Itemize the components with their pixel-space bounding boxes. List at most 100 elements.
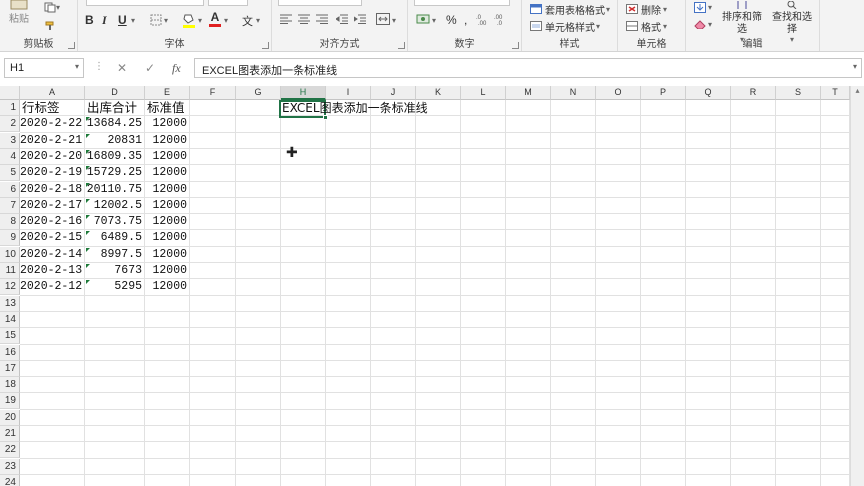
name-box-dropdown-icon[interactable]: ▾ [75, 62, 79, 71]
paste-button[interactable]: 粘贴 [8, 0, 30, 25]
font-launcher-icon[interactable] [262, 42, 269, 49]
error-indicator-icon[interactable] [86, 231, 90, 236]
data-cell[interactable]: 12000 [145, 198, 190, 214]
data-cell[interactable]: 2020-2-22 [20, 116, 85, 132]
error-indicator-icon[interactable] [86, 182, 90, 187]
error-indicator-icon[interactable] [86, 133, 90, 138]
row-header-17[interactable]: 17 [0, 360, 20, 377]
format-as-table-button[interactable]: 套用表格格式 ▾ [530, 2, 610, 17]
row-header-24[interactable]: 24 [0, 474, 20, 486]
error-indicator-icon[interactable] [86, 117, 90, 122]
insert-function-icon[interactable]: fx [172, 61, 181, 76]
data-cell[interactable]: 12000 [145, 279, 190, 295]
data-cell[interactable]: 2020-2-19 [20, 165, 85, 181]
merge-center-icon[interactable] [376, 13, 390, 25]
data-cell[interactable]: 2020-2-18 [20, 182, 85, 198]
column-header-t[interactable]: T [821, 86, 850, 100]
name-box[interactable]: H1 ▾ [4, 58, 84, 78]
data-cell[interactable]: 2020-2-17 [20, 198, 85, 214]
row-header-12[interactable]: 12 [0, 279, 20, 296]
wrap-combo[interactable] [278, 0, 362, 6]
error-indicator-icon[interactable] [86, 280, 90, 285]
row-header-10[interactable]: 10 [0, 246, 20, 263]
data-cell[interactable]: 12000 [145, 247, 190, 263]
underline-button[interactable]: U [118, 13, 127, 27]
eraser-icon[interactable] [694, 19, 706, 29]
row-header-19[interactable]: 19 [0, 393, 20, 410]
fill-dropdown-icon[interactable]: ▾ [198, 16, 202, 25]
column-header-a[interactable]: A [20, 86, 85, 100]
row-header-21[interactable]: 21 [0, 426, 20, 442]
error-indicator-icon[interactable] [86, 149, 90, 154]
row-header-11[interactable]: 11 [0, 263, 20, 279]
data-cell[interactable]: 2020-2-14 [20, 247, 85, 263]
row-header-3[interactable]: 3 [0, 132, 20, 149]
italic-button[interactable]: I [102, 13, 107, 28]
row-header-13[interactable]: 13 [0, 295, 20, 312]
align-left-icon[interactable] [280, 14, 292, 24]
decrease-decimal-icon[interactable]: .00.0 [494, 13, 508, 25]
column-header-k[interactable]: K [416, 86, 461, 100]
fill-down-icon[interactable] [694, 2, 706, 13]
row-header-18[interactable]: 18 [0, 377, 20, 394]
data-cell[interactable]: 2020-2-16 [20, 214, 85, 230]
column-header-i[interactable]: I [326, 86, 371, 100]
error-indicator-icon[interactable] [86, 264, 90, 268]
column-header-q[interactable]: Q [686, 86, 731, 100]
column-header-d[interactable]: D [85, 86, 145, 100]
increase-decimal-icon[interactable]: .0.00 [476, 13, 490, 25]
expand-formula-icon[interactable]: ▾ [853, 62, 857, 71]
copy-button[interactable]: ▾ [44, 2, 60, 13]
column-header-f[interactable]: F [190, 86, 236, 100]
data-cell[interactable]: 2020-2-12 [20, 279, 85, 295]
column-header-g[interactable]: G [236, 86, 281, 100]
clear-dropdown-icon[interactable]: ▾ [708, 20, 712, 29]
underline-dropdown-icon[interactable]: ▾ [131, 16, 135, 25]
column-header-r[interactable]: R [731, 86, 776, 100]
row-header-5[interactable]: 5 [0, 165, 20, 182]
data-cell[interactable]: 12000 [145, 165, 190, 181]
row-header-9[interactable]: 9 [0, 230, 20, 247]
data-cell[interactable]: 12002.5 [85, 198, 145, 214]
phonetic-dropdown-icon[interactable]: ▾ [256, 16, 260, 25]
error-indicator-icon[interactable] [86, 215, 90, 220]
data-cell[interactable]: 12000 [145, 182, 190, 198]
column-header-m[interactable]: M [506, 86, 551, 100]
row-header-23[interactable]: 23 [0, 458, 20, 475]
cell-styles-button[interactable]: 单元格样式 ▾ [530, 19, 600, 34]
comma-button[interactable]: , [464, 13, 467, 27]
header-cell[interactable]: 行标签 [20, 100, 85, 116]
data-cell[interactable]: 6489.5 [85, 230, 145, 246]
phonetic-button[interactable]: 文 [242, 13, 253, 29]
align-center-icon[interactable] [298, 14, 310, 24]
border-dropdown-icon[interactable]: ▾ [164, 16, 168, 25]
data-cell[interactable]: 5295 [85, 279, 145, 295]
error-indicator-icon[interactable] [86, 247, 90, 252]
data-cell[interactable]: 7673 [85, 263, 145, 279]
data-cell[interactable]: 13684.25 [85, 116, 145, 132]
data-cell[interactable]: 12000 [145, 214, 190, 230]
column-header-l[interactable]: L [461, 86, 506, 100]
border-icon[interactable] [150, 14, 162, 26]
bold-button[interactable]: B [85, 13, 94, 27]
scroll-up-icon[interactable]: ▴ [851, 86, 864, 95]
data-cell[interactable]: 12000 [145, 116, 190, 132]
row-header-8[interactable]: 8 [0, 214, 20, 231]
decrease-indent-icon[interactable] [336, 14, 348, 24]
increase-indent-icon[interactable] [354, 14, 366, 24]
enter-icon[interactable]: ✓ [145, 61, 155, 75]
format-cells-button[interactable]: 格式 ▾ [626, 19, 667, 34]
data-cell[interactable]: 15729.25 [85, 165, 145, 181]
column-header-o[interactable]: O [596, 86, 641, 100]
data-cell[interactable]: 12000 [145, 149, 190, 165]
format-painter-button[interactable] [44, 20, 56, 31]
accounting-format-icon[interactable] [416, 13, 430, 25]
clipboard-launcher-icon[interactable] [68, 42, 75, 49]
column-header-j[interactable]: J [371, 86, 416, 100]
row-header-20[interactable]: 20 [0, 409, 20, 426]
row-header-22[interactable]: 22 [0, 442, 20, 459]
row-header-1[interactable]: 1 [0, 100, 20, 116]
data-cell[interactable]: 20831 [85, 133, 145, 149]
select-all-corner[interactable] [0, 86, 20, 100]
data-cell[interactable]: 12000 [145, 263, 190, 279]
